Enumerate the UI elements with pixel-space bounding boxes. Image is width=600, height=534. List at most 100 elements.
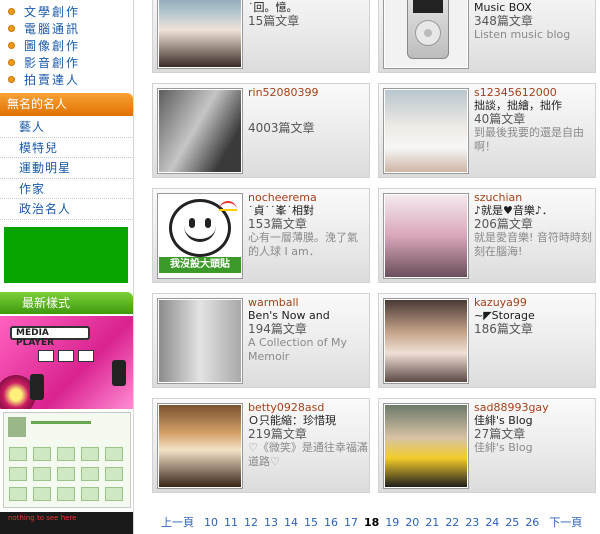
pagination: 上一頁 10 11 12 13 14 15 16 17 18 19 20 21 … bbox=[158, 514, 585, 530]
blog-card: rin52080399 4003篇文章 bbox=[152, 83, 370, 178]
blog-description: 就是愛音樂! 音符時時刻刻在腦海! bbox=[474, 231, 592, 258]
page-link[interactable]: 24 bbox=[482, 516, 502, 529]
celebrity-section-header: 無名的名人 bbox=[0, 93, 133, 116]
celebrity-item-model[interactable]: 模特兒 bbox=[0, 138, 133, 158]
theme-thumbnail-media-player[interactable]: MEDIA PLAYER bbox=[0, 316, 133, 409]
blog-card: s12345612000 拙談，拙繪，拙作 40篇文章 到最後我要的還是自由啊！ bbox=[378, 83, 596, 178]
celebrity-item-politician[interactable]: 政治名人 bbox=[0, 199, 133, 220]
blog-description: ♡《微笑》是通往幸福滿道路♡ bbox=[248, 441, 368, 468]
page-link[interactable]: 26 bbox=[522, 516, 542, 529]
theme-thumbnail-dark[interactable]: nothing to see here bbox=[0, 512, 133, 534]
blog-username[interactable]: sad88993gay bbox=[474, 402, 594, 414]
post-count: 206篇文章 bbox=[474, 217, 533, 231]
blog-card: Music BOX 348篇文章 Listen music blog bbox=[378, 0, 596, 73]
page-link[interactable]: 19 bbox=[382, 516, 402, 529]
post-count: 153篇文章 bbox=[248, 217, 307, 231]
prev-page-link[interactable]: 上一頁 bbox=[158, 514, 197, 530]
category-item-literature[interactable]: 文學創作 bbox=[0, 3, 133, 20]
blog-avatar[interactable] bbox=[383, 0, 469, 69]
celebrity-item-artist[interactable]: 藝人 bbox=[0, 117, 133, 138]
category-item-computer[interactable]: 電腦通訊 bbox=[0, 20, 133, 37]
category-list: 文學創作 電腦通訊 圖像創作 影音創作 拍賣達人 bbox=[0, 0, 133, 88]
theme-thumbnail-green-grid[interactable] bbox=[3, 412, 131, 508]
blog-avatar[interactable] bbox=[157, 298, 243, 384]
no-avatar-banner: 我沒設大頭貼 bbox=[159, 257, 241, 273]
category-label: 電腦通訊 bbox=[24, 22, 81, 36]
blog-avatar[interactable] bbox=[383, 403, 469, 489]
speaker-icon bbox=[112, 360, 126, 386]
blog-title[interactable]: ~◤Storage bbox=[474, 309, 594, 322]
blog-username[interactable]: warmball bbox=[248, 297, 368, 309]
next-page-link[interactable]: 下一頁 bbox=[546, 514, 585, 530]
blog-title[interactable] bbox=[248, 99, 368, 112]
sidebar: 文學創作 電腦通訊 圖像創作 影音創作 拍賣達人 無名的名人 藝人 模特兒 運動… bbox=[0, 0, 134, 534]
page-link[interactable]: 11 bbox=[221, 516, 241, 529]
celebrity-item-athlete[interactable]: 運動明星 bbox=[0, 158, 133, 179]
blog-title[interactable]: ˙回。憶。 bbox=[248, 1, 368, 14]
blog-username[interactable]: betty0928asd bbox=[248, 402, 368, 414]
post-count: 15篇文章 bbox=[248, 14, 300, 28]
page-link[interactable]: 12 bbox=[241, 516, 261, 529]
post-count: 186篇文章 bbox=[474, 322, 533, 336]
blog-avatar[interactable] bbox=[383, 88, 469, 174]
category-item-media[interactable]: 影音創作 bbox=[0, 54, 133, 71]
post-count: 194篇文章 bbox=[248, 322, 307, 336]
blog-title[interactable]: Ｏ只能縮：珍惜現 bbox=[248, 414, 368, 427]
page-link[interactable]: 10 bbox=[201, 516, 221, 529]
blog-username[interactable]: rin52080399 bbox=[248, 87, 368, 99]
blog-title[interactable]: 拙談，拙繪，拙作 bbox=[474, 99, 594, 112]
blog-description: Listen music blog bbox=[474, 28, 571, 41]
theme-title-text: MEDIA PLAYER bbox=[16, 328, 55, 348]
blog-card: 我沒設大頭貼 nocheerema ˙貞˙˙峯˙相對 153篇文章 心有一層薄膜… bbox=[152, 188, 370, 283]
blog-title[interactable]: Ben's Now and bbox=[248, 309, 368, 322]
blog-card: betty0928asd Ｏ只能縮：珍惜現 219篇文章 ♡《微笑》是通往幸福滿… bbox=[152, 398, 370, 493]
blog-title[interactable]: Music BOX bbox=[474, 1, 594, 14]
latest-styles-header: 最新樣式 bbox=[0, 292, 133, 314]
page-link[interactable]: 15 bbox=[301, 516, 321, 529]
page-link[interactable]: 21 bbox=[422, 516, 442, 529]
page-link[interactable]: 14 bbox=[281, 516, 301, 529]
blog-username[interactable]: nocheerema bbox=[248, 192, 368, 204]
blog-avatar[interactable]: 我沒設大頭貼 bbox=[157, 193, 243, 279]
blog-avatar[interactable] bbox=[383, 298, 469, 384]
bullet-icon bbox=[8, 42, 15, 49]
category-label: 影音創作 bbox=[24, 56, 81, 70]
post-count: 40篇文章 bbox=[474, 112, 526, 126]
celebrity-item-writer[interactable]: 作家 bbox=[0, 179, 133, 199]
blog-username[interactable]: szuchian bbox=[474, 192, 594, 204]
celebrity-list: 藝人 模特兒 運動明星 作家 政治名人 bbox=[0, 117, 133, 220]
blog-avatar[interactable] bbox=[157, 0, 243, 69]
rainbow-icon bbox=[219, 201, 237, 211]
page-link[interactable]: 22 bbox=[442, 516, 462, 529]
page-link[interactable]: 23 bbox=[462, 516, 482, 529]
blog-card: szuchian ♪就是♥音樂♪． 206篇文章 就是愛音樂! 音符時時刻刻在腦… bbox=[378, 188, 596, 283]
blog-card: ˙回。憶。 15篇文章 bbox=[152, 0, 370, 73]
theme-grid bbox=[9, 447, 123, 501]
post-count: 27篇文章 bbox=[474, 427, 526, 441]
speaker-icon bbox=[30, 374, 44, 400]
blog-card: sad88993gay 佳緋's Blog 27篇文章 佳緋's Blog bbox=[378, 398, 596, 493]
category-item-auction[interactable]: 拍賣達人 bbox=[0, 71, 133, 88]
category-label: 文學創作 bbox=[24, 5, 81, 19]
blog-description: 佳緋's Blog bbox=[474, 441, 533, 454]
blog-username[interactable]: s12345612000 bbox=[474, 87, 594, 99]
blog-avatar[interactable] bbox=[157, 88, 243, 174]
current-page: 18 bbox=[364, 515, 380, 529]
blog-description: 心有一層薄膜。浼了氣的人球 I am． bbox=[248, 231, 358, 258]
category-item-image[interactable]: 圖像創作 bbox=[0, 37, 133, 54]
page-link[interactable]: 25 bbox=[502, 516, 522, 529]
post-count: 219篇文章 bbox=[248, 427, 307, 441]
blog-avatar[interactable] bbox=[157, 403, 243, 489]
page-link[interactable]: 16 bbox=[321, 516, 341, 529]
theme-icon-row bbox=[38, 350, 94, 362]
blog-avatar[interactable] bbox=[383, 193, 469, 279]
page-link[interactable]: 20 bbox=[402, 516, 422, 529]
advertisement-banner[interactable] bbox=[4, 227, 128, 283]
blog-username[interactable]: kazuya99 bbox=[474, 297, 594, 309]
blog-title[interactable]: 佳緋's Blog bbox=[474, 414, 594, 427]
page-link[interactable]: 17 bbox=[341, 516, 361, 529]
page-link[interactable]: 13 bbox=[261, 516, 281, 529]
blog-card: kazuya99 ~◤Storage 186篇文章 bbox=[378, 293, 596, 388]
blog-title[interactable]: ˙貞˙˙峯˙相對 bbox=[248, 204, 368, 217]
blog-title[interactable]: ♪就是♥音樂♪． bbox=[474, 204, 594, 217]
